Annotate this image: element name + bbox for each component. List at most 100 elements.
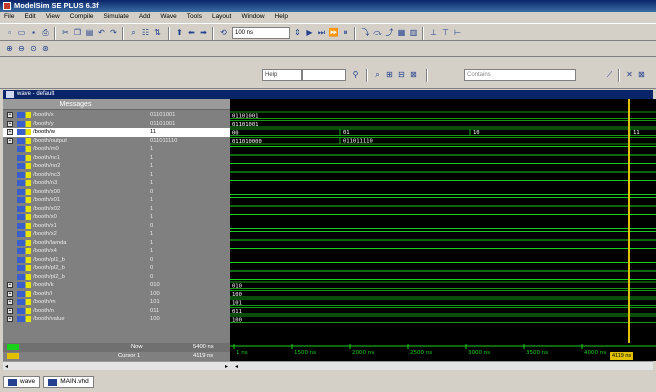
scroll-right-icon[interactable]: ▸	[225, 363, 228, 370]
waveform-pane[interactable]: 01101001 01101001 00 011010000 010 100 101 011 1…	[230, 99, 656, 350]
search-icon[interactable]: ⌕	[372, 69, 383, 80]
signal-row[interactable]: + /booth/y	[3, 120, 148, 129]
step-out-icon[interactable]: ⤴	[384, 27, 395, 38]
menu-file[interactable]: File	[4, 12, 14, 22]
signal-row[interactable]: + /booth/n	[3, 307, 148, 316]
expand-toggle-icon[interactable]: +	[7, 137, 13, 144]
signal-row[interactable]: /booth/nc3	[3, 171, 148, 180]
restart-icon[interactable]: ⟲	[218, 27, 229, 38]
find-options-icon[interactable]: ⊠	[408, 69, 419, 80]
scroll-left-icon[interactable]: ◂	[5, 363, 8, 370]
menu-compile[interactable]: Compile	[70, 12, 94, 22]
signal-row[interactable]: /booth/pl2_b	[3, 264, 148, 273]
signal-row[interactable]: + /booth/output	[3, 137, 148, 146]
new-file-icon[interactable]: ▫	[4, 27, 15, 38]
help-input-field[interactable]	[302, 69, 346, 81]
arrow-left-icon[interactable]: ⬅	[186, 27, 197, 38]
signal-row[interactable]: /booth/nc1	[3, 154, 148, 163]
signal-row[interactable]: + /booth/value	[3, 315, 148, 324]
memory-icon[interactable]: ▥	[408, 27, 419, 38]
signal-row[interactable]: + /booth/l	[3, 290, 148, 299]
signal-row[interactable]: /booth/x01	[3, 196, 148, 205]
signal-row[interactable]: + /booth/w	[3, 128, 148, 137]
menu-simulate[interactable]: Simulate	[104, 12, 129, 22]
signal-row[interactable]: /booth/pl2_b	[3, 273, 148, 282]
zoom-cursor-icon[interactable]: ⊛	[40, 43, 51, 54]
signal-row[interactable]: /booth/pl1_b	[3, 256, 148, 265]
expand-toggle-icon[interactable]: +	[7, 112, 13, 118]
copy-icon[interactable]: ❐	[72, 27, 83, 38]
zoom-full-icon[interactable]: ⊙	[28, 43, 39, 54]
cut-icon[interactable]: ✂	[60, 27, 71, 38]
undo-icon[interactable]: ↶	[96, 27, 107, 38]
signal-row[interactable]: /booth/x4	[3, 247, 148, 256]
menu-add[interactable]: Add	[139, 12, 151, 22]
expand-toggle-icon[interactable]: +	[7, 307, 13, 314]
step-over-icon[interactable]: ⤼	[372, 27, 383, 38]
contains-search-input[interactable]: Contains	[464, 69, 576, 81]
open-folder-icon[interactable]: ▭	[16, 27, 27, 38]
expand-toggle-icon[interactable]: +	[7, 282, 13, 288]
signal-row[interactable]: /booth/x1	[3, 222, 148, 231]
paste-icon[interactable]: ▤	[84, 27, 95, 38]
signal-row[interactable]: + /booth/k	[3, 281, 148, 290]
cursor-row[interactable]: Cursor 1 4119 ns	[3, 352, 230, 361]
signal-row[interactable]: /booth/no2	[3, 162, 148, 171]
tab-main-vhd[interactable]: MAIN.vhd	[43, 376, 94, 388]
expand-toggle-icon[interactable]: +	[7, 290, 13, 297]
tab-wave[interactable]: wave	[3, 376, 41, 388]
step-icon[interactable]: ⤵	[360, 27, 371, 38]
run-icon[interactable]: ▶	[304, 27, 315, 38]
expand-toggle-icon[interactable]: +	[7, 129, 13, 135]
zoom-in-icon[interactable]: ⊕	[4, 43, 15, 54]
break-icon[interactable]: ⏸	[340, 27, 351, 38]
menu-help[interactable]: Help	[275, 12, 288, 22]
signal-row[interactable]: /booth/x0	[3, 213, 148, 222]
find-icon[interactable]: ⌕	[128, 27, 139, 38]
redo-icon[interactable]: ↷	[108, 27, 119, 38]
signal-row[interactable]: /booth/x02	[3, 205, 148, 214]
cursor-line[interactable]	[628, 99, 630, 350]
sort-icon[interactable]: ⇅	[152, 27, 163, 38]
menu-layout[interactable]: Layout	[212, 12, 232, 22]
wave-scroll-left-icon[interactable]: ◂	[235, 363, 238, 370]
menu-tools[interactable]: Tools	[187, 12, 202, 22]
signal-row[interactable]: + /booth/m	[3, 298, 148, 307]
signal-row[interactable]: + /booth/x	[3, 111, 148, 120]
print-icon[interactable]: ⎙	[40, 27, 51, 38]
menu-view[interactable]: View	[46, 12, 60, 22]
signal-row[interactable]: /booth/n3	[3, 179, 148, 188]
menu-wave[interactable]: Wave	[160, 12, 176, 22]
arrow-up-icon[interactable]: ⬆	[174, 27, 185, 38]
menu-edit[interactable]: Edit	[24, 12, 35, 22]
save-icon[interactable]: ▪	[28, 27, 39, 38]
expand-toggle-icon[interactable]: +	[7, 316, 13, 322]
signal-row[interactable]: /booth/m0	[3, 145, 148, 154]
signal-name: /booth/n3	[33, 180, 58, 186]
expand-toggle-icon[interactable]: +	[7, 120, 13, 127]
expand-toggle-icon[interactable]: +	[7, 299, 13, 305]
horizontal-scrollbar[interactable]: ◂ ▸ ◂	[3, 361, 653, 370]
layout-icon[interactable]: ⊥	[428, 27, 439, 38]
spinner-icon[interactable]: ⇕	[292, 27, 303, 38]
clear-search-icon[interactable]: ⟋	[604, 69, 615, 80]
find-prev-icon[interactable]: ⊟	[396, 69, 407, 80]
run-all-icon[interactable]: ⏩	[328, 27, 339, 38]
zoom-out-icon[interactable]: ⊖	[16, 43, 27, 54]
dock-icon[interactable]: ⊤	[440, 27, 451, 38]
filter-options-icon[interactable]: ⊠	[636, 69, 647, 80]
signal-row[interactable]: /booth/lamda	[3, 239, 148, 248]
signal-row[interactable]: /booth/x2	[3, 230, 148, 239]
performance-icon[interactable]: ▦	[396, 27, 407, 38]
run-length-input[interactable]: 100 ns	[232, 27, 290, 39]
menu-window[interactable]: Window	[241, 12, 264, 22]
undock-icon[interactable]: ⊢	[452, 27, 463, 38]
signal-row[interactable]: /booth/x00	[3, 188, 148, 197]
continue-icon[interactable]: ⏭	[316, 27, 327, 38]
help-input[interactable]: Help	[262, 69, 302, 81]
find-next-icon[interactable]: ⊞	[384, 69, 395, 80]
compile-icon[interactable]: ☷	[140, 27, 151, 38]
arrow-right-icon[interactable]: ➡	[198, 27, 209, 38]
filter-icon[interactable]: ✕	[624, 69, 635, 80]
help-binoculars-icon[interactable]: ⚲	[350, 69, 361, 80]
